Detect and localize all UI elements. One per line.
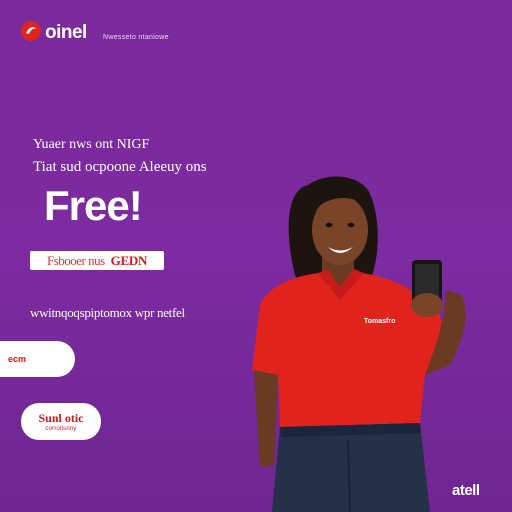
info-subtitle: corrollsnny: [45, 426, 77, 432]
promo-code: GEDN: [110, 252, 148, 268]
promo-code-banner[interactable]: Fsbooer nus GEDN: [30, 251, 164, 270]
headline-line-1: Yuaer nws ont NIGF: [33, 137, 150, 152]
info-badge-button[interactable]: Sunl otic corrollsnny: [21, 403, 101, 440]
info-title: Sunl otic: [38, 411, 84, 425]
brand-footer-logo: atell: [452, 482, 480, 499]
tagline: Nwesseto ntaniowe: [103, 34, 169, 41]
promo-label: Fsbooer nus: [46, 252, 105, 268]
free-title: Free!: [44, 182, 143, 229]
shirt-badge-text: Tomasfro: [364, 318, 395, 325]
cta-button[interactable]: ecm: [0, 341, 75, 377]
headline-line-2: Tiat sud ocpoone Aleeuy ons: [33, 159, 207, 175]
cta-label: ecm: [8, 354, 27, 364]
smiling-woman-with-phone-image: Tomasfro: [252, 176, 466, 512]
brand-logo-icon: [21, 21, 41, 41]
offer-subtext: wwitnqoqspiptomox wpr netfel: [30, 305, 185, 320]
brand-logo-text: oinel: [45, 22, 87, 43]
